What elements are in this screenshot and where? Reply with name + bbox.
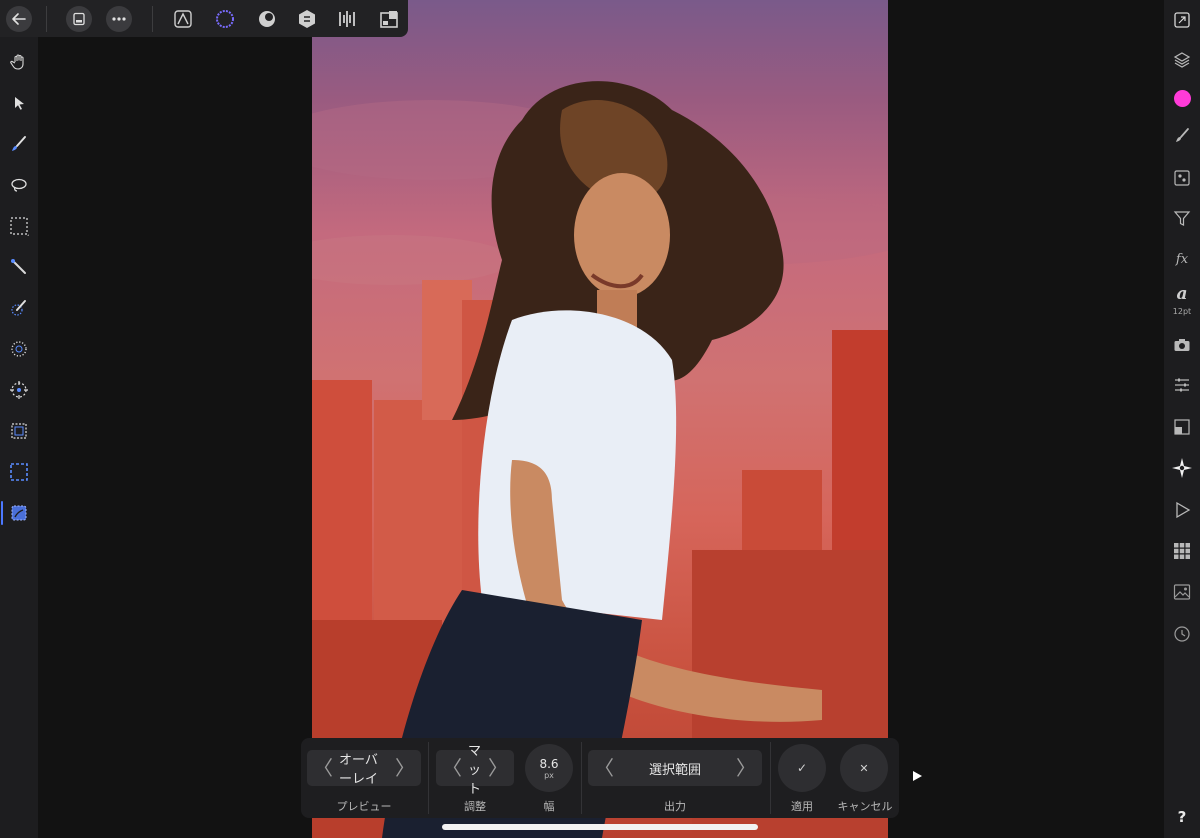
close-icon: ✕ xyxy=(859,761,869,775)
color-icon[interactable] xyxy=(1170,86,1194,110)
help-button[interactable]: ? xyxy=(1174,808,1190,826)
layers-icon[interactable] xyxy=(1170,48,1194,72)
marquee-icon[interactable] xyxy=(6,213,32,239)
text-style-icon[interactable]: a xyxy=(1170,284,1194,304)
active-tool-indicator xyxy=(1,501,3,525)
freehand-selection-icon[interactable] xyxy=(6,336,32,362)
width-label: 幅 xyxy=(543,800,555,813)
develop-persona-icon[interactable] xyxy=(254,6,280,32)
rectangle-selection-icon[interactable] xyxy=(6,418,32,444)
hand-icon[interactable] xyxy=(6,49,32,75)
width-dial[interactable]: 8.6 px xyxy=(525,744,573,792)
divider xyxy=(581,742,582,814)
back-arrow-icon[interactable] xyxy=(6,6,32,32)
chevron-left-icon[interactable]: 〈 xyxy=(436,758,468,778)
swatches-icon[interactable] xyxy=(1170,539,1194,563)
refine-selection-icon[interactable] xyxy=(6,500,32,526)
photo-persona-icon[interactable] xyxy=(170,6,196,32)
chevron-left-icon[interactable]: 〈 xyxy=(307,758,339,778)
output-label: 出力 xyxy=(664,800,686,813)
apply-label: 適用 xyxy=(791,800,813,813)
transform-icon[interactable] xyxy=(1170,415,1194,439)
divider xyxy=(770,742,771,814)
chevron-right-icon[interactable]: 〉 xyxy=(730,758,762,778)
play-icon[interactable] xyxy=(910,768,924,784)
export-persona-icon[interactable] xyxy=(334,6,360,32)
chevron-left-icon[interactable]: 〈 xyxy=(588,758,620,778)
photo-image xyxy=(312,81,888,838)
refine-icon[interactable] xyxy=(6,377,32,403)
cancel-label: キャンセル xyxy=(837,800,893,813)
move-icon[interactable] xyxy=(6,90,32,116)
paint-brush-icon[interactable] xyxy=(6,131,32,157)
cancel-button[interactable]: ✕ xyxy=(840,744,888,792)
lasso-icon[interactable] xyxy=(6,172,32,198)
output-value: 選択範囲 xyxy=(648,762,701,778)
fx-icon[interactable]: fx xyxy=(1170,247,1194,271)
layout-persona-icon[interactable] xyxy=(376,6,402,32)
text-style-letter: a xyxy=(1176,284,1188,304)
text-size-label: 12pt xyxy=(1172,307,1192,316)
document-icon[interactable] xyxy=(66,6,92,32)
stock-icon[interactable] xyxy=(1170,580,1194,604)
toolbar-separator xyxy=(46,6,47,32)
studio-panel: fx a 12pt ? xyxy=(1164,0,1200,838)
adjust-label: 調整 xyxy=(464,800,486,813)
navigator-icon[interactable] xyxy=(1170,456,1194,480)
divider xyxy=(428,742,429,814)
adjust-value: マット xyxy=(468,743,482,797)
context-toolbar: 〈 オーバーレイ 〉 プレビュー 〈 マット 〉 調整 8.6 px 幅 〈 選… xyxy=(301,738,899,818)
more-icon[interactable] xyxy=(106,6,132,32)
width-unit: px xyxy=(544,770,554,780)
adjustment-icon[interactable] xyxy=(1170,373,1194,397)
chevron-right-icon[interactable]: 〉 xyxy=(389,758,421,778)
preview-label: プレビュー xyxy=(336,800,392,813)
tools-panel xyxy=(0,37,38,838)
flood-select-icon[interactable] xyxy=(6,254,32,280)
preview-mode-selector[interactable]: 〈 オーバーレイ 〉 xyxy=(307,750,421,787)
adjust-selector[interactable]: 〈 マット 〉 xyxy=(436,744,514,797)
apply-button[interactable]: ✓ xyxy=(778,744,826,792)
quick-mask-icon[interactable] xyxy=(6,459,32,485)
document-canvas[interactable] xyxy=(312,0,888,838)
preview-mode-value: オーバーレイ xyxy=(339,753,379,787)
camera-icon[interactable] xyxy=(1170,333,1194,357)
output-selector[interactable]: 〈 選択範囲 〉 xyxy=(588,750,762,786)
toolbar-separator xyxy=(152,6,153,32)
macro-icon[interactable] xyxy=(1170,498,1194,522)
width-value: 8.6 xyxy=(539,756,559,771)
home-indicator xyxy=(442,824,758,830)
chevron-right-icon[interactable]: 〉 xyxy=(482,758,514,778)
tone-mapping-persona-icon[interactable] xyxy=(294,6,320,32)
selection-brush-icon[interactable] xyxy=(6,295,32,321)
top-toolbar xyxy=(0,0,408,37)
fullscreen-icon[interactable] xyxy=(1170,8,1194,32)
brush-icon[interactable] xyxy=(1170,124,1194,148)
color-swatch xyxy=(1173,89,1191,107)
history-icon[interactable] xyxy=(1170,622,1194,646)
liquify-persona-icon[interactable] xyxy=(212,6,238,32)
filter-icon[interactable] xyxy=(1170,206,1194,230)
fx-label: fx xyxy=(1175,251,1189,267)
checkmark-icon: ✓ xyxy=(796,761,808,775)
channels-icon[interactable] xyxy=(1170,166,1194,190)
